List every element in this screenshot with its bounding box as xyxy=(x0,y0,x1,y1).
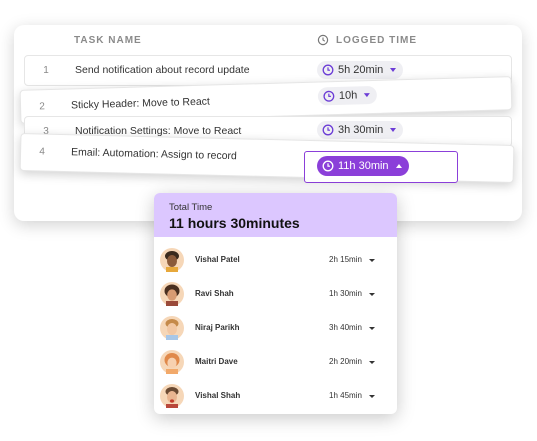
clock-icon xyxy=(322,124,334,136)
user-name: Vishal Patel xyxy=(195,255,240,264)
chevron-down-icon[interactable] xyxy=(369,259,375,262)
clock-icon xyxy=(323,90,335,102)
clock-icon xyxy=(322,160,334,172)
chevron-down-icon[interactable] xyxy=(369,395,375,398)
logged-time-dropdown-open[interactable]: 11h 30min xyxy=(317,156,409,176)
avatar xyxy=(160,350,184,374)
avatar xyxy=(160,316,184,340)
logged-time-value: 3h 30min xyxy=(338,124,384,136)
task-name: Email: Automation: Assign to record xyxy=(70,146,237,163)
chevron-down-icon[interactable] xyxy=(369,361,375,364)
user-time-row[interactable]: Vishal Patel 2h 15min xyxy=(154,245,397,275)
history-clock-icon xyxy=(317,33,329,46)
column-header-logged-time: LOGGED TIME xyxy=(336,35,417,46)
chevron-down-icon[interactable] xyxy=(369,327,375,330)
avatar xyxy=(160,282,184,306)
user-time: 3h 40min xyxy=(329,323,362,332)
task-name: Send notification about record update xyxy=(75,64,250,76)
total-time-value: 11 hours 30minutes xyxy=(169,215,300,231)
column-header-task-name: TASK NAME xyxy=(74,35,142,46)
row-number: 4 xyxy=(39,146,46,158)
user-time: 1h 45min xyxy=(329,391,362,400)
user-time-row[interactable]: Vishal Shah 1h 45min xyxy=(154,381,397,411)
logged-time-value: 11h 30min xyxy=(338,160,389,172)
chevron-down-icon xyxy=(390,68,397,72)
chevron-down-icon[interactable] xyxy=(369,293,375,296)
chevron-down-icon xyxy=(364,93,371,98)
user-time: 2h 20min xyxy=(329,357,362,366)
user-name: Ravi Shah xyxy=(195,289,234,298)
user-time: 2h 15min xyxy=(329,255,362,264)
logged-time-dropdown[interactable]: 5h 20min xyxy=(317,61,404,79)
total-time-label: Total Time xyxy=(169,202,213,213)
time-breakdown-popup: Total Time 11 hours 30minutes Vishal Pat… xyxy=(154,193,397,414)
chevron-down-icon xyxy=(390,128,397,132)
logged-time-value: 5h 20min xyxy=(338,64,384,76)
row-number: 2 xyxy=(39,101,46,113)
popup-header: Total Time 11 hours 30minutes xyxy=(154,193,397,237)
logged-time-dropdown[interactable]: 3h 30min xyxy=(317,121,404,139)
avatar xyxy=(160,248,184,272)
logged-time-dropdown[interactable]: 10h xyxy=(317,85,378,106)
logged-time-value: 10h xyxy=(338,89,358,102)
user-time: 1h 30min xyxy=(329,289,362,298)
row-number: 1 xyxy=(43,65,49,76)
clock-icon xyxy=(322,64,334,76)
chevron-up-icon xyxy=(395,164,402,168)
task-name: Sticky Header: Move to React xyxy=(70,95,211,112)
user-name: Maitri Dave xyxy=(195,357,238,366)
user-time-row[interactable]: Niraj Parikh 3h 40min xyxy=(154,313,397,343)
avatar xyxy=(160,384,184,408)
user-time-row[interactable]: Ravi Shah 1h 30min xyxy=(154,279,397,309)
user-name: Vishal Shah xyxy=(195,391,241,400)
user-name: Niraj Parikh xyxy=(195,323,240,332)
user-time-row[interactable]: Maitri Dave 2h 20min xyxy=(154,347,397,377)
